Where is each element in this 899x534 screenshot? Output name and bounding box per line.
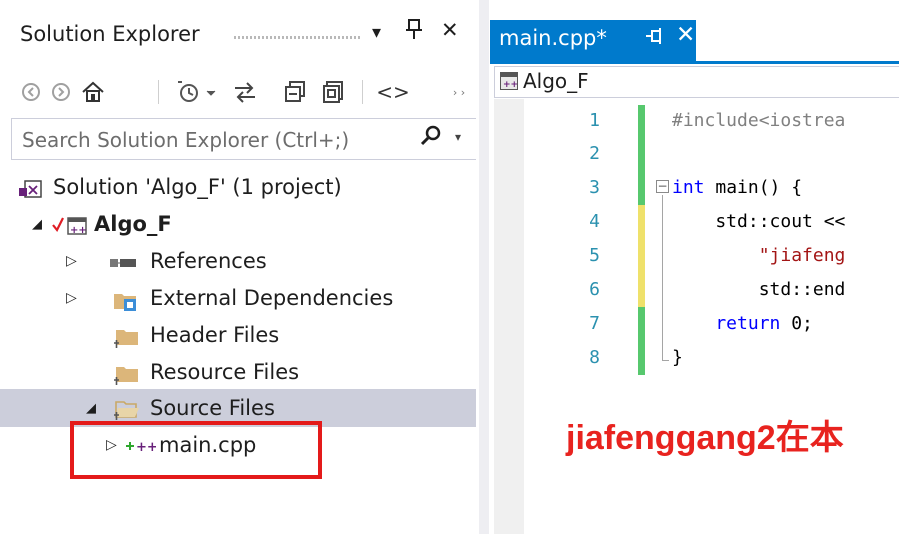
- code-line-6[interactable]: std::end: [672, 279, 846, 300]
- code-line-8[interactable]: }: [672, 347, 683, 368]
- references-icon: [110, 255, 142, 274]
- drag-grip[interactable]: [234, 36, 362, 39]
- expand-arrow-icon[interactable]: ◢: [86, 401, 96, 416]
- tab-title: main.cpp*: [499, 26, 607, 50]
- line-number: 4: [589, 211, 600, 232]
- code-text: std::cout <<: [672, 211, 846, 232]
- pin-icon[interactable]: [405, 18, 423, 45]
- code-view-icon[interactable]: <>: [376, 76, 410, 108]
- line-number: 7: [589, 313, 600, 334]
- highlight-annotation-box: [70, 421, 322, 479]
- code-line-4[interactable]: std::cout <<: [672, 211, 845, 232]
- toolbar-separator: [158, 80, 159, 104]
- collapse-region-icon[interactable]: −: [656, 180, 669, 193]
- include-directive: #include<iostrea: [672, 110, 846, 131]
- code-text: 0;: [780, 313, 813, 334]
- svg-text:++: ++: [70, 225, 87, 236]
- tree-item-references[interactable]: ▷ References: [0, 244, 476, 281]
- code-line-5[interactable]: "jiafeng: [672, 245, 846, 266]
- back-icon[interactable]: [18, 76, 44, 108]
- outline-guide-end: [662, 360, 669, 361]
- tree-item-label: Solution 'Algo_F' (1 project): [53, 175, 342, 199]
- folder-icon: [112, 326, 140, 354]
- code-line-3[interactable]: int main() {: [672, 177, 802, 198]
- tree-item-label: Algo_F: [94, 212, 172, 236]
- pane-splitter-bar[interactable]: [479, 0, 489, 534]
- show-all-files-icon[interactable]: [318, 76, 348, 108]
- toolbar-separator: [362, 80, 363, 104]
- tree-item-header-files[interactable]: Header Files: [0, 318, 476, 355]
- string-literal: "jiafeng: [672, 245, 846, 266]
- cpp-project-icon: ++: [500, 72, 518, 90]
- search-icon[interactable]: [419, 124, 443, 154]
- outline-guide: [662, 195, 663, 360]
- keyword: return: [672, 313, 781, 334]
- editor-glyph-margin[interactable]: [494, 99, 524, 534]
- collapse-all-icon[interactable]: [280, 76, 310, 108]
- folder-icon: [112, 363, 140, 391]
- tree-item-label: Resource Files: [150, 360, 300, 384]
- tree-item-label: Header Files: [150, 323, 280, 347]
- expand-arrow-icon[interactable]: ◢: [32, 217, 42, 232]
- tree-item-solution[interactable]: Solution 'Algo_F' (1 project): [0, 170, 476, 207]
- tree-item-label: Source Files: [150, 396, 275, 420]
- nav-scope-label: Algo_F: [523, 69, 589, 93]
- tree-item-resource-files[interactable]: Resource Files: [0, 355, 476, 392]
- collapse-arrow-icon[interactable]: ▷: [66, 253, 77, 269]
- history-icon[interactable]: [174, 76, 220, 108]
- toolbar-overflow-icon[interactable]: › ›: [452, 76, 466, 108]
- checkmark-icon: [51, 215, 65, 237]
- close-icon[interactable]: ✕: [441, 18, 459, 42]
- code-text: std::end: [672, 279, 846, 300]
- keyword: int: [672, 177, 705, 198]
- line-number: 2: [589, 143, 600, 164]
- line-number: 8: [589, 347, 600, 368]
- code-text: }: [672, 347, 683, 368]
- tree-item-label: External Dependencies: [150, 286, 394, 310]
- tab-close-icon[interactable]: ✕: [676, 22, 695, 48]
- line-number: 1: [589, 110, 600, 131]
- watermark-text: jiafenggang2在本: [566, 419, 844, 457]
- line-number: 3: [589, 177, 600, 198]
- change-indicator-saved: [638, 307, 645, 375]
- code-line-1[interactable]: #include<iostrea: [672, 110, 845, 131]
- change-indicator-saved: [638, 105, 645, 205]
- solution-icon: [18, 178, 42, 204]
- collapse-arrow-icon[interactable]: ▷: [66, 290, 77, 306]
- external-dependencies-folder-icon: [112, 288, 140, 316]
- dropdown-arrow-icon[interactable]: ▾: [372, 22, 381, 43]
- home-icon[interactable]: [78, 76, 108, 108]
- line-number: 6: [589, 279, 600, 300]
- search-options-icon[interactable]: ▾: [455, 130, 461, 144]
- tree-item-external-dependencies[interactable]: ▷ External Dependencies: [0, 281, 476, 318]
- tab-strip-underline: [490, 61, 899, 64]
- tree-item-project[interactable]: ◢ ++ Algo_F: [0, 207, 476, 244]
- cpp-project-icon: ++: [64, 215, 88, 241]
- forward-icon[interactable]: [48, 76, 74, 108]
- sync-icon[interactable]: [230, 76, 260, 108]
- code-text: main() {: [704, 177, 803, 198]
- change-indicator-unsaved: [638, 205, 645, 307]
- code-line-7[interactable]: return 0;: [672, 313, 813, 334]
- svg-text:++: ++: [503, 80, 517, 89]
- tab-pin-icon[interactable]: [644, 26, 666, 51]
- search-placeholder: Search Solution Explorer (Ctrl+;): [22, 128, 350, 152]
- panel-title: Solution Explorer: [20, 22, 200, 46]
- solution-explorer-panel: Solution Explorer ▾ ✕ <> › › Search Solu…: [0, 0, 480, 534]
- tree-item-label: References: [150, 249, 267, 273]
- line-number: 5: [589, 245, 600, 266]
